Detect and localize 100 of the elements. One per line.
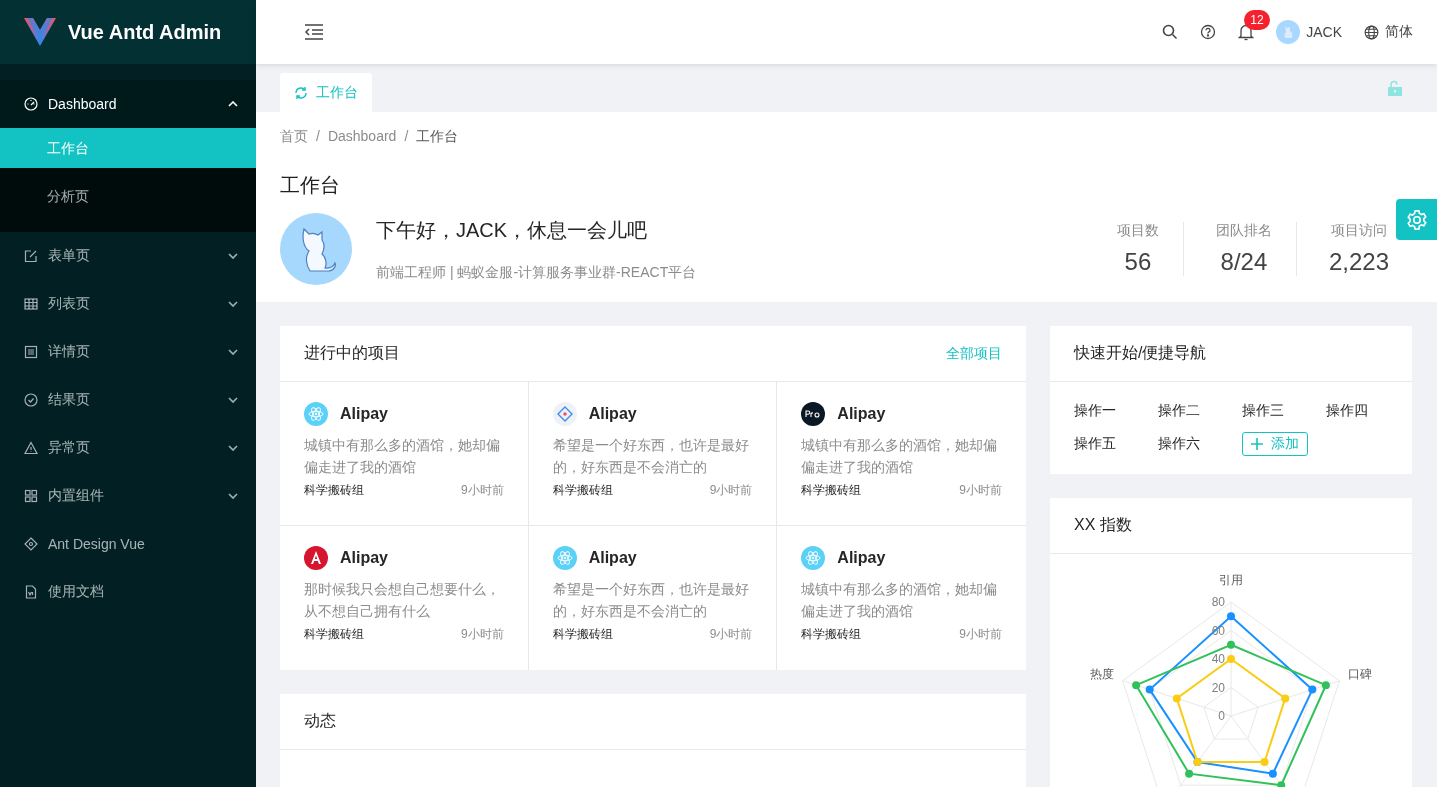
language-selector[interactable]: 简体 <box>1385 23 1413 41</box>
project-description: 城镇中有那么多的酒馆，她却偏偏走进了我的酒馆 <box>801 436 999 477</box>
project-group[interactable]: 科学搬砖组 <box>801 482 862 499</box>
avatar <box>280 213 352 285</box>
chevron-icon <box>228 349 238 355</box>
project-name[interactable]: Alipay <box>837 405 886 423</box>
project-tile[interactable]: Alipay 城镇中有那么多的酒馆，她却偏偏走进了我的酒馆 科学搬砖组 9小时前 <box>280 382 529 526</box>
menu-item[interactable]: 内置组件 <box>0 472 256 520</box>
menu-icon <box>24 441 38 455</box>
menu-item[interactable]: 异常页 <box>0 424 256 472</box>
quick-link[interactable]: 操作三 <box>1242 402 1326 420</box>
chevron-icon <box>228 493 238 499</box>
diamond-logo-icon <box>552 402 577 426</box>
project-description: 城镇中有那么多的酒馆，她却偏偏走进了我的酒馆 <box>304 436 501 477</box>
project-tile[interactable]: Alipay 城镇中有那么多的酒馆，她却偏偏走进了我的酒馆 科学搬砖组 9小时前 <box>777 526 1026 670</box>
project-name[interactable]: Alipay <box>340 405 388 423</box>
project-name[interactable]: Alipay <box>588 549 637 567</box>
project-description: 希望是一个好东西，也许是最好的，好东西是不会消亡的 <box>552 436 750 477</box>
react-logo-icon <box>552 546 577 570</box>
menu-icon <box>24 393 38 407</box>
breadcrumb-link[interactable]: Dashboard <box>327 128 397 146</box>
notification-badge: 12 <box>1244 10 1270 30</box>
react-logo-icon <box>801 546 826 570</box>
quick-link[interactable]: 操作四 <box>1326 402 1410 420</box>
project-description: 希望是一个好东西，也许是最好的，好东西是不会消亡的 <box>552 580 750 621</box>
menu-icon <box>24 297 38 311</box>
breadcrumb-separator: / <box>404 128 409 146</box>
project-group[interactable]: 科学搬砖组 <box>304 626 364 643</box>
menu-item[interactable]: 表单页 <box>0 232 256 280</box>
axis-label: 引用 <box>1219 573 1243 587</box>
stat-label: 团队排名 <box>1215 222 1272 240</box>
project-time: 9小时前 <box>460 482 504 499</box>
project-time: 9小时前 <box>460 626 504 643</box>
tick-label: 20 <box>1211 680 1225 695</box>
submenu-item[interactable]: 分析页 <box>0 176 256 216</box>
stat-value: 2,223 <box>1328 248 1389 276</box>
project-description: 城镇中有那么多的酒馆，她却偏偏走进了我的酒馆 <box>801 580 999 621</box>
project-description: 那时候我只会想自己想要什么，从不想自己拥有什么 <box>304 580 501 621</box>
stat-value: 56 <box>1124 248 1152 276</box>
axis-label: 热度 <box>1089 666 1114 681</box>
quick-link[interactable]: 操作二 <box>1158 402 1242 420</box>
pro-logo-icon <box>801 402 826 426</box>
menu-item[interactable]: 详情页 <box>0 328 256 376</box>
quick-link[interactable]: 操作六 <box>1158 435 1242 453</box>
menu-icon <box>24 345 38 359</box>
chevron-icon <box>228 101 238 107</box>
menu-item[interactable]: 使用文档 <box>0 568 256 616</box>
axis-label: 口碑 <box>1348 666 1373 681</box>
stat-value: 8/24 <box>1220 248 1268 276</box>
quick-link[interactable]: 操作五 <box>1074 435 1158 453</box>
project-time: 9小时前 <box>709 626 753 643</box>
project-tile[interactable]: Alipay 希望是一个好东西，也许是最好的，好东西是不会消亡的 科学搬砖组 9小时前 <box>528 382 778 526</box>
project-name[interactable]: Alipay <box>340 549 388 567</box>
menu-fold-icon[interactable] <box>304 24 324 40</box>
menu-item[interactable]: Dashboard <box>0 80 256 128</box>
plus-icon <box>1251 438 1263 450</box>
chevron-icon <box>228 301 238 307</box>
tick-label: 80 <box>1211 595 1225 609</box>
search-icon[interactable] <box>1162 24 1179 40</box>
app-title: Vue Antd Admin <box>68 20 222 44</box>
help-icon[interactable] <box>1200 24 1217 40</box>
project-name[interactable]: Alipay <box>588 405 637 423</box>
user-name[interactable]: JACK <box>1306 24 1342 40</box>
globe-icon[interactable] <box>1364 24 1379 40</box>
quick-link[interactable]: 操作一 <box>1074 402 1158 420</box>
angular-logo-icon <box>304 546 328 570</box>
breadcrumb-separator: / <box>316 128 320 146</box>
project-group[interactable]: 科学搬砖组 <box>552 482 613 499</box>
project-name[interactable]: Alipay <box>837 549 886 567</box>
card-title: 动态 <box>304 711 336 731</box>
project-group[interactable]: 科学搬砖组 <box>801 626 862 643</box>
greeting: 下午好，JACK，休息一会儿吧 <box>376 217 649 243</box>
card-title: 进行中的项目 <box>304 343 400 363</box>
menu-icon <box>24 585 38 599</box>
breadcrumb-current: 工作台 <box>416 128 459 146</box>
logo-icon <box>24 18 56 46</box>
menu-icon <box>24 249 38 263</box>
project-group[interactable]: 科学搬砖组 <box>552 626 613 643</box>
tick-label: 0 <box>1218 709 1225 723</box>
user-description: 前端工程师 | 蚂蚁金服-计算服务事业群-REACT平台 <box>376 263 697 282</box>
breadcrumb-link[interactable]: 首页 <box>280 128 308 146</box>
project-group[interactable]: 科学搬砖组 <box>304 482 364 499</box>
project-tile[interactable]: Alipay 城镇中有那么多的酒馆，她却偏偏走进了我的酒馆 科学搬砖组 9小时前 <box>777 382 1026 526</box>
stat-label: 项目访问 <box>1330 222 1387 240</box>
project-tile[interactable]: Alipay 希望是一个好东西，也许是最好的，好东西是不会消亡的 科学搬砖组 9小时前 <box>528 526 778 670</box>
project-time: 9小时前 <box>959 482 1002 499</box>
stat-label: 项目数 <box>1116 222 1159 240</box>
menu-item[interactable]: 列表页 <box>0 280 256 328</box>
project-time: 9小时前 <box>709 482 753 499</box>
project-time: 9小时前 <box>959 626 1002 643</box>
menu-icon <box>24 489 38 503</box>
card-title: 快速开始/便捷导航 <box>1074 343 1207 363</box>
project-tile[interactable]: Alipay 那时候我只会想自己想要什么，从不想自己拥有什么 科学搬砖组 9小时前 <box>280 526 529 670</box>
chevron-icon <box>228 445 238 451</box>
menu-icon <box>24 97 38 111</box>
menu-item[interactable]: Ant Design Vue <box>0 520 256 568</box>
chevron-icon <box>228 397 238 403</box>
menu-item[interactable]: 结果页 <box>0 376 256 424</box>
card-title: XX 指数 <box>1074 515 1132 535</box>
page-title: 工作台 <box>280 173 341 198</box>
